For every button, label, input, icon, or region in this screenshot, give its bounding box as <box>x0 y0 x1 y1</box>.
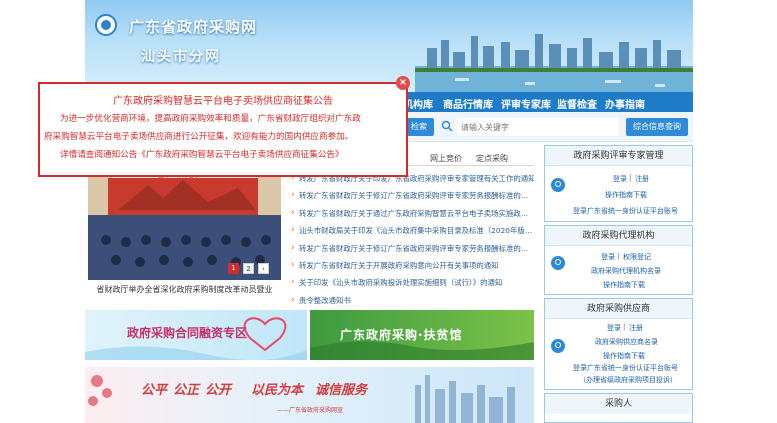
nav-item-guide[interactable]: 办事指南 <box>605 96 645 111</box>
nav-item-price-quotes[interactable]: 商品行情库 <box>443 96 493 111</box>
photo-caption[interactable]: 省财政厅举办全省深化政府采购制度改革动员暨业 <box>88 284 281 295</box>
list-item[interactable]: 关于印发《汕头市政府采购投诉处理实施细则（试行）》的通知 <box>290 274 534 291</box>
slogan-fairness: 公平 <box>141 383 168 398</box>
complaint-note: （办理省级政府采购项目投诉） <box>579 376 677 384</box>
contract-finance-label: 政府采购合同融资专区 <box>127 326 248 340</box>
news-list: 转发广东省财政厅关于印发广东省政府采购评审专家管理有关工作的通知 转发广东省财政… <box>290 170 534 309</box>
login-link[interactable]: 登录 <box>607 323 621 333</box>
panel-supplier: 政府采购供应商 登录 | 注册 政府采购供应商名录 操作指南下载 登录广东省统一… <box>544 298 693 390</box>
login-link[interactable]: 登录 <box>613 174 627 184</box>
popup-close-button[interactable]: × <box>396 76 410 90</box>
user-icon <box>551 339 565 353</box>
user-icon <box>551 256 565 270</box>
register-link[interactable]: 注册 <box>629 323 643 333</box>
slogan-integrity: 诚信服务 <box>315 383 368 398</box>
tab-online-bidding[interactable]: 网上竞价 <box>430 153 462 164</box>
separator: | <box>629 174 632 182</box>
guide-download-link[interactable]: 操作指南下载 <box>603 280 645 290</box>
slogan-justice: 公正 <box>173 383 200 398</box>
city-skyline-image <box>415 34 693 92</box>
poverty-alleviation-label: 广东政府采购·扶贫馆 <box>340 328 463 342</box>
slogan-openness: 公开 <box>205 383 232 398</box>
site-title: 广东省政府采购网 <box>129 18 258 36</box>
slogan-banner[interactable]: 公平 公正 公开 以民为本 诚信服务 ——广东省政府采购网宣 <box>85 367 534 423</box>
slider-dot-2[interactable]: 2 <box>243 263 254 274</box>
tab-designated-purchase[interactable]: 定点采购 <box>476 153 508 164</box>
site-logo-icon[interactable] <box>95 14 117 36</box>
panel-title: 政府采购代理机构 <box>545 226 692 246</box>
site-header: 广东省政府采购网 汕头市分网 <box>85 0 693 92</box>
list-item[interactable]: 转发广东省财政厅关于修订广东省政府采购评审专家劳务报酬标准的… <box>290 187 534 204</box>
supplier-directory-link[interactable]: 政府采购供应商名录 <box>595 337 658 347</box>
register-link[interactable]: 注册 <box>635 174 649 184</box>
search-icon <box>441 120 453 132</box>
guide-download-link[interactable]: 操作指南下载 <box>605 190 647 200</box>
slogan-subtitle: ——广东省政府采购网宣 <box>277 407 344 414</box>
popup-line-1: 为进一步优化营商环境，提高政府采购效率和质量，广东省财政厅组织对广东政 <box>60 114 361 124</box>
list-item[interactable]: 转发广东省财政厅关于通过广东政府采购智慧云平台电子卖场实施政… <box>290 205 534 222</box>
nav-item-supervision[interactable]: 监督检查 <box>557 96 597 111</box>
search-button[interactable]: 检索 <box>404 118 434 136</box>
announcement-popup: 广东政府采购智慧云平台电子卖场供应商征集公告 为进一步优化营商环境，提高政府采购… <box>38 82 408 177</box>
popup-title[interactable]: 广东政府采购智慧云平台电子卖场供应商征集公告 <box>40 92 406 107</box>
separator: | <box>623 323 626 331</box>
nav-item-expert-library[interactable]: 评审专家库 <box>501 96 551 111</box>
panel-purchaser: 采购人 <box>544 393 693 423</box>
unified-login-link[interactable]: 登录广东省统一身份认证平台账号 <box>573 363 678 373</box>
unified-login-link[interactable]: 登录广东省统一身份认证平台账号 <box>573 206 678 216</box>
contract-finance-banner[interactable]: 政府采购合同融资专区 <box>85 310 307 360</box>
guide-download-link[interactable]: 操作指南下载 <box>603 351 645 361</box>
agency-directory-link[interactable]: 政府采购代理机构名录 <box>591 266 661 276</box>
slider-dot-1[interactable]: 1 <box>228 263 239 274</box>
separator: | <box>617 252 620 260</box>
site-subtitle: 汕头市分网 <box>141 49 221 65</box>
popup-line-2: 府采购智慧云平台电子卖场供应商进行公开征集，欢迎有能力的国内供应商参加。 <box>44 132 354 142</box>
panel-title: 政府采购供应商 <box>545 299 692 319</box>
list-item[interactable]: 汕头市财政局关于印发《汕头市政府集中采购目录及标准（2020年版… <box>290 222 534 239</box>
search-input[interactable] <box>457 118 619 136</box>
user-icon <box>551 178 565 192</box>
list-item[interactable]: 转发广东省财政厅关于开展政府采购意向公开有关事项的通知 <box>290 257 534 274</box>
list-item[interactable]: 责令整改通知书 <box>290 292 534 309</box>
comprehensive-search-button[interactable]: 综合信息查询 <box>626 118 688 136</box>
slider-next-button[interactable]: › <box>258 263 269 274</box>
panel-agency: 政府采购代理机构 登录 | 权限登记 政府采购代理机构名录 操作指南下载 <box>544 225 693 295</box>
panel-expert: 政府采购评审专家管理 登录 | 注册 操作指南下载 登录广东省统一身份认证平台账… <box>544 145 693 222</box>
popup-line-3[interactable]: 详情请查阅通知公告《广东政府采购智慧云平台电子卖场供应商征集公告》 <box>60 148 344 160</box>
permission-register-link[interactable]: 权限登记 <box>623 252 651 262</box>
login-link[interactable]: 登录 <box>601 252 615 262</box>
panel-title: 采购人 <box>545 394 692 414</box>
panel-title: 政府采购评审专家管理 <box>545 146 692 166</box>
list-item[interactable]: 转发广东省财政厅关于修订广东省政府采购评审专家劳务报酬标准的… <box>290 240 534 257</box>
slogan-people-first: 以民为本 <box>251 383 304 398</box>
poverty-alleviation-banner[interactable]: 广东政府采购·扶贫馆 <box>310 310 534 360</box>
